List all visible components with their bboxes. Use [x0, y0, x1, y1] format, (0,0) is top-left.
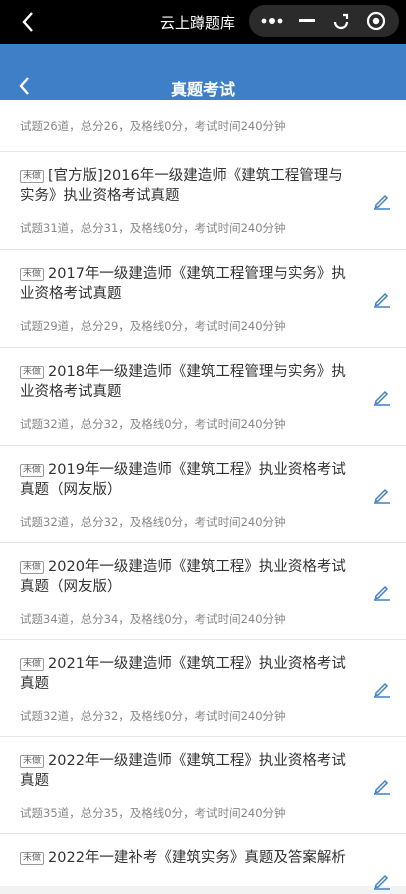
status-badge: 未做 — [20, 658, 45, 671]
mini-program-topbar: 云上蹲题库 — [0, 0, 406, 44]
capsule-menu — [249, 5, 399, 37]
list-item[interactable]: 未做 2020年一级建造师《建筑工程》执业资格考试真题（网友版） 试题34道，总分… — [0, 543, 406, 640]
status-badge: 未做 — [20, 561, 45, 574]
exam-meta: 试题34道，总分34，及格线0分，考试时间240分钟 — [20, 612, 286, 626]
status-badge: 未做 — [20, 170, 45, 183]
exam-meta: 试题32道，总分32，及格线0分，考试时间240分钟 — [20, 417, 286, 431]
app-title: 云上蹲题库 — [160, 14, 236, 32]
exam-meta: 试题31道，总分31，及格线0分，考试时间240分钟 — [20, 221, 286, 235]
edit-icon[interactable] — [373, 290, 391, 308]
more-icon[interactable] — [257, 7, 287, 35]
edit-icon[interactable] — [373, 872, 391, 890]
list-item[interactable]: 未做 2018年一级建造师《建筑工程管理与实务》执业资格考试真题 试题32道，总分… — [0, 348, 406, 446]
close-icon[interactable] — [361, 7, 391, 35]
exam-title: 未做 2021年一级建造师《建筑工程》执业资格考试真题 — [20, 656, 346, 692]
status-badge: 未做 — [20, 755, 45, 768]
exam-title: 未做 [官方版]2016年一级建造师《建筑工程管理与实务》执业资格考试真题 — [20, 168, 343, 204]
exam-title: 未做 2022年一级建造师《建筑工程》执业资格考试真题 — [20, 753, 346, 789]
status-badge: 未做 — [20, 268, 45, 281]
exam-meta: 试题35道，总分35，及格线0分，考试时间240分钟 — [20, 806, 286, 820]
list-item[interactable]: 未做 2017年一级建造师《建筑工程管理与实务》执业资格考试真题 试题29道，总分… — [0, 250, 406, 348]
switch-icon[interactable] — [326, 7, 356, 35]
edit-icon[interactable] — [373, 777, 391, 795]
exam-meta: 试题29道，总分29，及格线0分，考试时间240分钟 — [20, 319, 286, 333]
minimize-icon[interactable] — [292, 7, 322, 35]
list-item[interactable]: 未做 2022年一级建造师《建筑工程》执业资格考试真题 试题35道，总分35，及格… — [0, 737, 406, 834]
exam-meta: 试题32道，总分32，及格线0分，考试时间240分钟 — [20, 709, 286, 723]
status-badge: 未做 — [20, 852, 45, 865]
list-item[interactable]: 试题26道，总分26，及格线0分，考试时间240分钟 — [0, 100, 406, 152]
exam-title: 未做 2022年一建补考《建筑实务》真题及答案解析 — [20, 848, 350, 868]
edit-icon[interactable] — [373, 192, 391, 210]
edit-icon[interactable] — [373, 388, 391, 406]
status-badge: 未做 — [20, 464, 45, 477]
page-title: 真题考试 — [170, 80, 235, 99]
list-item[interactable]: 未做 2022年一建补考《建筑实务》真题及答案解析 — [0, 834, 406, 890]
edit-icon[interactable] — [373, 486, 391, 504]
exam-meta: 试题32道，总分32，及格线0分，考试时间240分钟 — [20, 515, 286, 529]
edit-icon[interactable] — [373, 680, 391, 698]
exam-title: 未做 2020年一级建造师《建筑工程》执业资格考试真题（网友版） — [20, 559, 346, 595]
back-icon[interactable] — [14, 8, 42, 36]
status-badge: 未做 — [20, 366, 45, 379]
list-item[interactable]: 未做 2019年一级建造师《建筑工程》执业资格考试真题（网友版） 试题32道，总分… — [0, 446, 406, 543]
list-item[interactable]: 未做 [官方版]2016年一级建造师《建筑工程管理与实务》执业资格考试真题 试题3… — [0, 152, 406, 250]
exam-meta: 试题26道，总分26，及格线0分，考试时间240分钟 — [20, 119, 286, 133]
edit-icon[interactable] — [373, 583, 391, 601]
exam-title: 未做 2017年一级建造师《建筑工程管理与实务》执业资格考试真题 — [20, 266, 346, 302]
list-item[interactable]: 未做 2021年一级建造师《建筑工程》执业资格考试真题 试题32道，总分32，及格… — [0, 640, 406, 737]
exam-title: 未做 2019年一级建造师《建筑工程》执业资格考试真题（网友版） — [20, 462, 346, 498]
exam-title: 未做 2018年一级建造师《建筑工程管理与实务》执业资格考试真题 — [20, 364, 346, 400]
